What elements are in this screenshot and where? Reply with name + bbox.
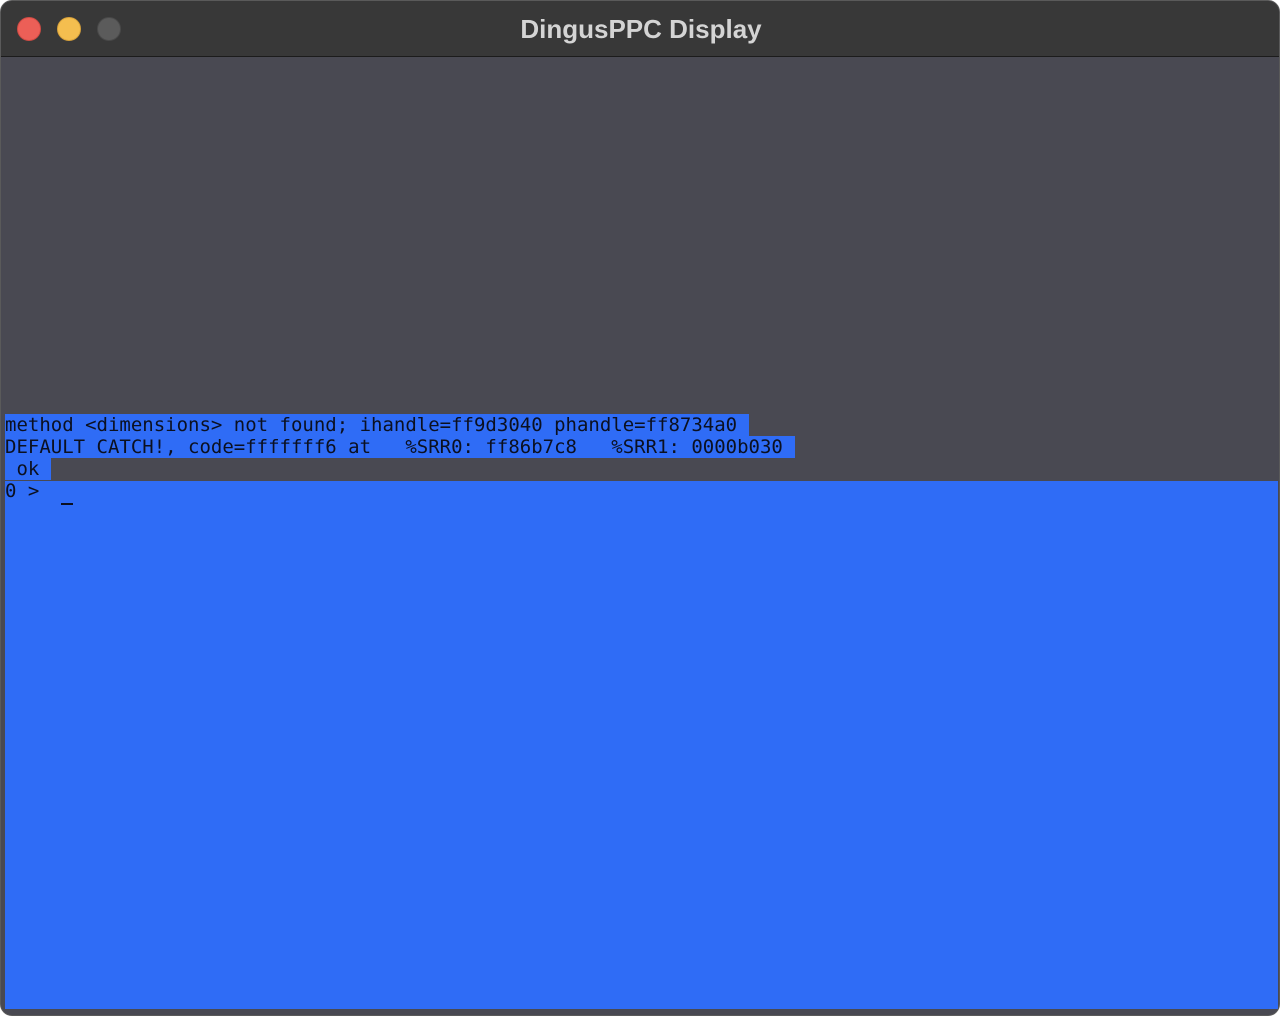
- text-cursor: [60, 503, 73, 505]
- console-output: method <dimensions> not found; ihandle=f…: [5, 414, 795, 505]
- console-line-text: ok: [5, 458, 52, 480]
- console-line: method <dimensions> not found; ihandle=f…: [5, 414, 795, 436]
- window-title: DingusPPC Display: [520, 14, 762, 44]
- app-window: DingusPPC Display method <dimensions> no…: [0, 0, 1280, 1016]
- console-line: DEFAULT CATCH!, code=fffffff6 at %SRR0: …: [5, 436, 795, 458]
- display-area[interactable]: method <dimensions> not found; ihandle=f…: [2, 57, 1278, 1009]
- selection-fill: [5, 481, 1278, 1009]
- title-bar[interactable]: DingusPPC Display: [1, 1, 1279, 57]
- console-prompt: 0 >: [5, 480, 51, 502]
- console-line: ok: [5, 458, 795, 480]
- console-line-text: DEFAULT CATCH!, code=fffffff6 at %SRR0: …: [5, 436, 795, 458]
- console-line-text: method <dimensions> not found; ihandle=f…: [5, 414, 750, 436]
- console-prompt-line[interactable]: 0 >: [5, 480, 795, 505]
